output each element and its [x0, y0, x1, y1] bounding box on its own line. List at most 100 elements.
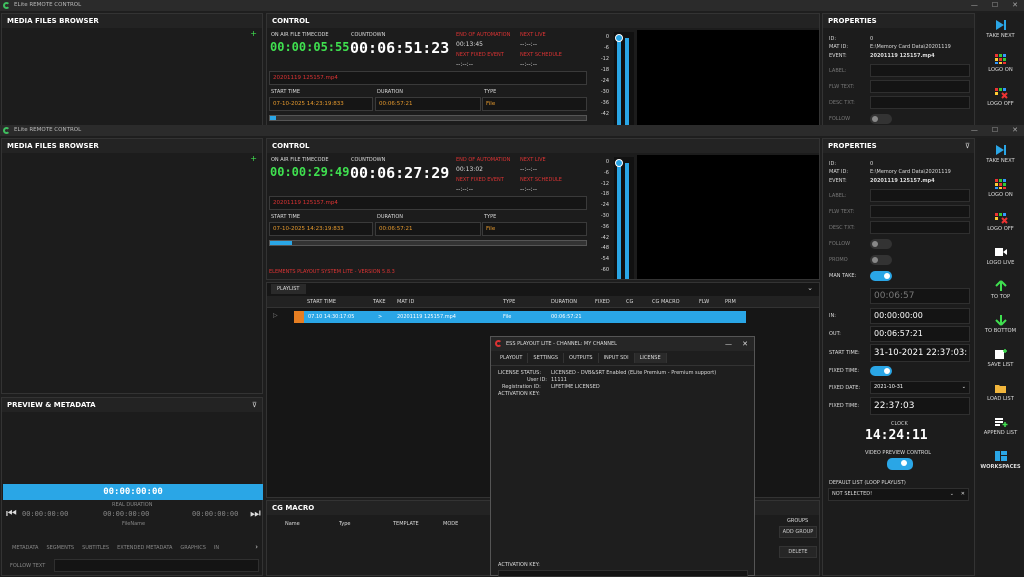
meter-scale-tick: -12: [600, 56, 609, 62]
col-duration[interactable]: DURATION: [551, 299, 577, 305]
pin-icon[interactable]: ⊽: [252, 401, 257, 409]
dialog-tab[interactable]: INPUT SDI: [599, 353, 635, 363]
workspaces-button[interactable]: WORKSPACES: [977, 450, 1024, 470]
prop-label-input[interactable]: [870, 64, 970, 77]
col-type[interactable]: TYPE: [503, 299, 515, 305]
prop-fixedtime2-label: FIXED TIME:: [829, 403, 860, 409]
to-top-button[interactable]: TO TOP: [977, 280, 1024, 300]
license-status-value: LICENSED - DVB&SRT Enabled (ELite Premiu…: [551, 370, 717, 376]
close-icon[interactable]: ✕: [1012, 0, 1018, 11]
metadata-tab[interactable]: GRAPHICS: [180, 545, 205, 551]
start-time-label: START TIME: [271, 214, 301, 220]
logo-off-button[interactable]: LOGO OFF: [977, 87, 1024, 107]
prop-flw-input[interactable]: [870, 205, 970, 218]
minimize-icon[interactable]: —: [971, 0, 978, 11]
prop-flw-input[interactable]: [870, 80, 970, 93]
prop-duration-field[interactable]: 00:06:57: [870, 288, 970, 304]
prop-matid-label: MAT ID:: [829, 169, 848, 175]
cg-col-mode[interactable]: MODE: [443, 521, 458, 527]
video-preview-label: VIDEO PREVIEW CONTROL: [865, 450, 932, 456]
prop-in-field[interactable]: 00:00:00:00: [870, 308, 970, 324]
cg-col-type[interactable]: Type: [339, 521, 350, 527]
prop-desc-input[interactable]: [870, 96, 970, 109]
prop-flw-label: FLW TEXT:: [829, 84, 855, 90]
follow-toggle[interactable]: [870, 239, 892, 249]
meter-scale-tick: -18: [600, 191, 609, 198]
col-mat-id[interactable]: MAT ID: [397, 299, 414, 305]
take-next-label: TAKE NEXT: [986, 33, 1015, 39]
append-list-button[interactable]: APPEND LIST: [977, 416, 1024, 436]
close-icon[interactable]: ✕: [742, 337, 748, 351]
metadata-tab[interactable]: IN: [214, 545, 219, 551]
cg-col-name[interactable]: Name: [285, 521, 300, 527]
mark-in-icon[interactable]: ⏮: [6, 506, 17, 521]
delete-button[interactable]: DELETE: [779, 546, 817, 558]
fixed-time-toggle[interactable]: [870, 366, 892, 376]
default-list-select[interactable]: NOT SELECTED! ⌄ ✕: [828, 488, 969, 501]
minimize-icon[interactable]: —: [971, 125, 978, 136]
vu-peak-knob[interactable]: [615, 34, 623, 42]
prop-label-input[interactable]: [870, 189, 970, 202]
collapse-icon[interactable]: ⌄: [807, 284, 813, 292]
minimize-icon[interactable]: —: [725, 337, 732, 351]
col-cg[interactable]: CG: [626, 299, 633, 305]
col-prm[interactable]: PRM: [725, 299, 736, 305]
dialog-tab[interactable]: PLAYOUT: [495, 353, 529, 363]
prop-out-field[interactable]: 00:06:57:21: [870, 326, 970, 342]
follow-toggle[interactable]: [870, 114, 892, 124]
license-status-label: LICENSE STATUS:: [498, 370, 542, 376]
pin-icon[interactable]: ⊽: [965, 142, 970, 150]
maximize-icon[interactable]: ☐: [992, 125, 998, 136]
close-icon[interactable]: ✕: [1012, 125, 1018, 136]
metadata-tab[interactable]: EXTENDED METADATA: [117, 545, 172, 551]
dialog-tab[interactable]: LICENSE: [634, 353, 667, 363]
col-cg-macro[interactable]: CG MACRO: [652, 299, 680, 305]
dialog-tab[interactable]: OUTPUTS: [564, 353, 599, 363]
mark-out-icon[interactable]: ⏭: [250, 506, 261, 521]
prop-starttime-field[interactable]: 31-10-2021 22:37:03:: [870, 344, 970, 362]
take-next-button[interactable]: TAKE NEXT: [977, 144, 1024, 164]
promo-toggle[interactable]: [870, 255, 892, 265]
dialog-tab[interactable]: SETTINGS: [528, 353, 565, 363]
next-schedule-value: --:--:--: [520, 61, 538, 68]
save-list-button[interactable]: SAVE LIST: [977, 348, 1024, 368]
logo-on-button[interactable]: LOGO ON: [977, 178, 1024, 198]
vu-peak-knob[interactable]: [615, 159, 623, 167]
load-list-button[interactable]: LOAD LIST: [977, 382, 1024, 402]
row-take[interactable]: >: [378, 311, 382, 323]
prop-matid-value: E:\Memory Card Data\20201119: [870, 44, 951, 50]
logo-on-button[interactable]: LOGO ON: [977, 53, 1024, 73]
to-bottom-button[interactable]: TO BOTTOM: [977, 314, 1024, 334]
take-next-button[interactable]: TAKE NEXT: [977, 19, 1024, 39]
col-take[interactable]: TAKE: [373, 299, 386, 305]
video-preview-toggle[interactable]: [887, 458, 913, 470]
in-timecode: 00:00:00:00: [22, 510, 69, 518]
prop-fixedtime-label: FIXED TIME:: [829, 368, 860, 374]
clear-icon[interactable]: ✕: [961, 489, 965, 500]
follow-text-input[interactable]: [54, 559, 259, 572]
row-expand-icon[interactable]: ▷: [273, 312, 278, 319]
logo-live-button[interactable]: LOGO LIVE: [977, 246, 1024, 266]
type-label: TYPE: [484, 214, 497, 220]
meter-scale-tick: -18: [600, 67, 609, 73]
prop-fixedtime2-field[interactable]: 22:37:03: [870, 397, 970, 415]
add-icon[interactable]: +: [250, 154, 257, 163]
playlist-tab[interactable]: PLAYLIST: [271, 284, 306, 294]
metadata-tab[interactable]: METADATA: [12, 545, 38, 551]
cg-col-template[interactable]: TEMPLATE: [393, 521, 419, 527]
prop-desc-input[interactable]: [870, 221, 970, 234]
fixed-date-select[interactable]: 2021-10-31 ⌄: [870, 381, 970, 394]
col-fixed[interactable]: FIXED: [595, 299, 610, 305]
metadata-tab[interactable]: SUBTITLES: [82, 545, 109, 551]
man-take-toggle[interactable]: [870, 271, 892, 281]
maximize-icon[interactable]: ☐: [992, 0, 998, 11]
table-row[interactable]: 07.10 14:30:17:05 > 20201119 125157.mp4 …: [294, 311, 746, 323]
col-start-time[interactable]: START TIME: [307, 299, 336, 305]
type-field: File: [482, 97, 587, 111]
add-group-button[interactable]: ADD GROUP: [779, 526, 817, 538]
add-icon[interactable]: +: [250, 29, 257, 38]
col-flw[interactable]: FLW: [699, 299, 709, 305]
logo-off-button[interactable]: LOGO OFF: [977, 212, 1024, 232]
tabs-scroll-icon[interactable]: ›: [255, 543, 258, 551]
metadata-tab[interactable]: SEGMENTS: [46, 545, 74, 551]
